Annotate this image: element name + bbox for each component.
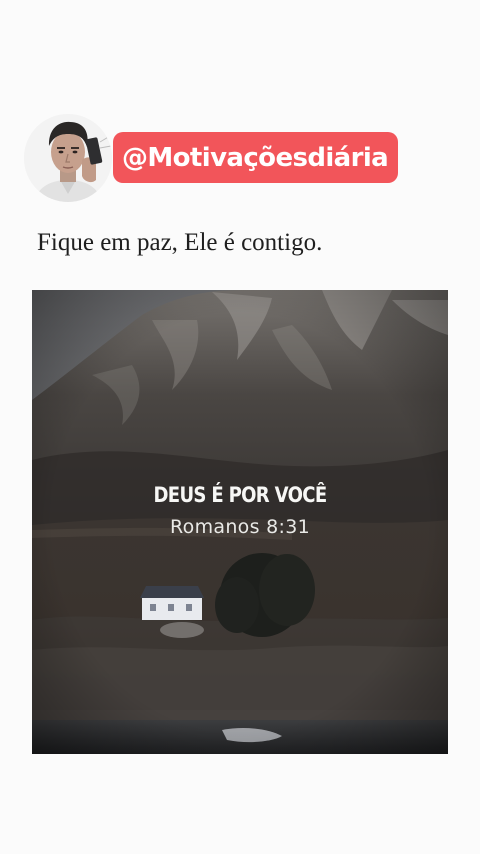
profile-photo-icon <box>24 114 112 202</box>
username-label: @Motivaçõesdiária <box>122 142 389 173</box>
post-caption: Fique em paz, Ele é contigo. <box>37 229 323 256</box>
avatar[interactable] <box>24 114 112 202</box>
post-screen: @Motivaçõesdiária Fique em paz, Ele é co… <box>0 0 480 854</box>
post-header: @Motivaçõesdiária <box>24 114 464 204</box>
username-badge[interactable]: @Motivaçõesdiária <box>113 132 399 183</box>
post-image[interactable]: DEUS É POR VOCÊ Romanos 8:31 <box>32 290 448 754</box>
verse-reference: Romanos 8:31 <box>170 516 310 538</box>
verse-title: DEUS É POR VOCÊ <box>153 483 328 507</box>
